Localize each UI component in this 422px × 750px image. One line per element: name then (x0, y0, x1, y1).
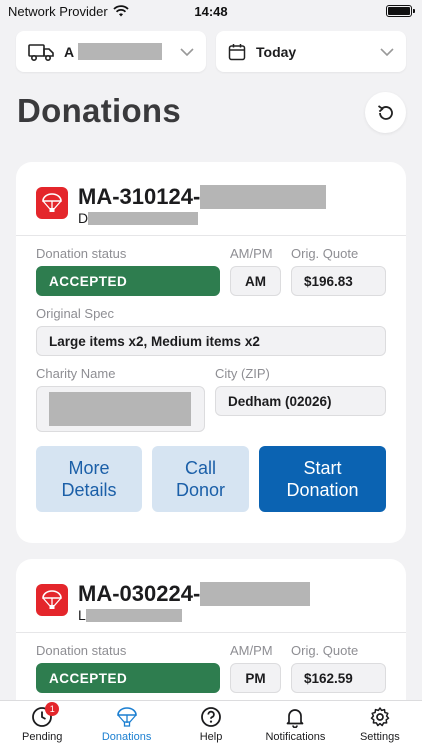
city-label: City (ZIP) (215, 366, 270, 381)
tab-notifications[interactable]: Notifications (253, 701, 337, 750)
tab-pending[interactable]: 1 Pending (0, 701, 84, 750)
ampm-value: PM (230, 663, 281, 693)
wifi-icon (113, 5, 129, 17)
tab-bar: 1 Pending Donations Help Notifications S… (0, 700, 422, 750)
card-header: MA-310124- D (16, 162, 406, 236)
card-header: MA-030224- L (16, 559, 406, 633)
charity-value (36, 386, 205, 432)
card-actions: More Details Call Donor Start Donation (36, 446, 386, 512)
donation-id: MA-310124- (78, 184, 327, 210)
redacted-text (88, 211, 199, 225)
page-title: Donations (17, 92, 182, 129)
quote-value: $162.59 (291, 663, 386, 693)
donation-id: MA-030224- (78, 581, 311, 607)
donor-name: L (78, 607, 310, 623)
ampm-label: AM/PM (230, 643, 273, 658)
status-badge: ACCEPTED (36, 266, 220, 296)
charity-label: Charity Name (36, 366, 116, 381)
filter-bar: A Today (16, 31, 406, 72)
city-value: Dedham (02026) (215, 386, 386, 416)
redacted-text (78, 43, 163, 60)
quote-label: Orig. Quote (291, 246, 359, 261)
redacted-text (200, 582, 311, 606)
status-bar: Network Provider 14:48 (0, 0, 422, 22)
donor-name: D (78, 210, 326, 226)
tab-label: Notifications (265, 731, 326, 743)
tab-label: Pending (22, 731, 63, 743)
more-details-button[interactable]: More Details (36, 446, 142, 512)
truck-selector[interactable]: A (16, 31, 206, 72)
date-selector-value: Today (256, 43, 297, 60)
donation-card: MA-310124- D Donation status ACCEPTED AM… (16, 162, 406, 543)
parachute-logo-icon (36, 584, 68, 616)
tab-label: Donations (101, 731, 152, 743)
redacted-text (200, 185, 327, 209)
tab-label: Settings (359, 731, 400, 743)
date-selector[interactable]: Today (216, 31, 406, 72)
gear-icon (370, 707, 390, 727)
tab-label: Help (199, 731, 223, 743)
bell-icon (287, 709, 304, 728)
carrier-label: Network Provider (8, 3, 108, 19)
chevron-down-icon (180, 47, 194, 56)
refresh-button[interactable] (365, 92, 406, 133)
truck-icon (28, 43, 54, 61)
status-label: Donation status (36, 246, 127, 261)
calendar-icon (228, 43, 246, 60)
parachute-icon (116, 707, 137, 727)
chevron-down-icon (380, 47, 394, 56)
tab-help[interactable]: Help (169, 701, 253, 750)
spec-value: Large items x2, Medium items x2 (36, 326, 386, 356)
ampm-value: AM (230, 266, 281, 296)
truck-selector-value: A (64, 43, 170, 60)
status-badge: ACCEPTED (36, 663, 220, 693)
help-icon (201, 707, 221, 727)
quote-label: Orig. Quote (291, 643, 359, 658)
donation-card: MA-030224- L Donation status ACCEPTED AM… (16, 559, 406, 719)
pending-count-badge: 1 (45, 702, 60, 716)
quote-value: $196.83 (291, 266, 386, 296)
spec-label: Original Spec (36, 306, 115, 321)
refresh-icon (377, 104, 393, 120)
call-donor-button[interactable]: Call Donor (152, 446, 249, 512)
parachute-logo-icon (36, 187, 68, 219)
redacted-text (85, 608, 182, 622)
battery-icon (386, 5, 415, 17)
redacted-text (49, 392, 191, 426)
status-label: Donation status (36, 643, 127, 658)
tab-donations[interactable]: Donations (84, 701, 168, 750)
ampm-label: AM/PM (230, 246, 273, 261)
tab-settings[interactable]: Settings (338, 701, 422, 750)
start-donation-button[interactable]: Start Donation (259, 446, 386, 512)
